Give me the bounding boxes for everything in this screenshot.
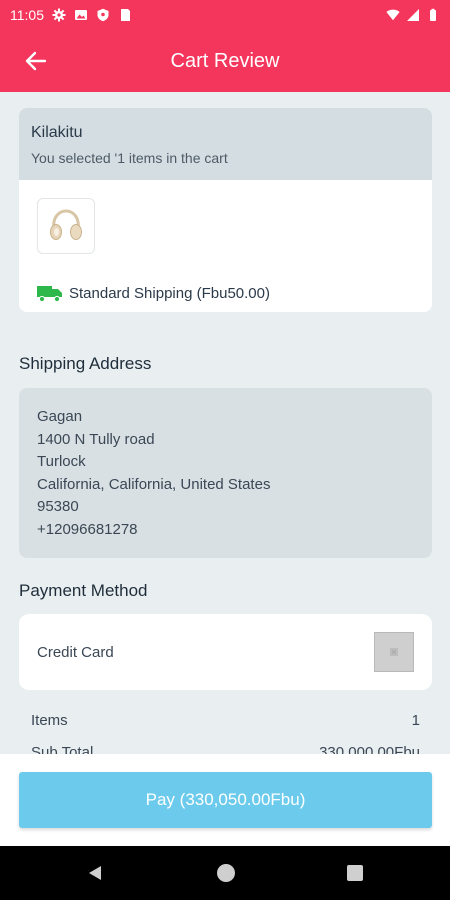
credit-card-image	[374, 632, 414, 672]
address-zip: 95380	[37, 498, 79, 515]
checkout-footer: Pay (330,050.00Fbu)	[0, 754, 450, 846]
status-bar: 11:05	[0, 0, 450, 30]
nav-back-icon[interactable]	[86, 864, 104, 882]
arrow-left-icon	[25, 51, 47, 71]
shipping-address-heading: Shipping Address	[19, 354, 152, 373]
address-city: Turlock	[37, 453, 86, 470]
address-phone: +12096681278	[37, 520, 138, 538]
address-street: 1400 N Tully road	[37, 430, 155, 448]
payment-method-heading: Payment Method	[19, 581, 148, 600]
store-header: Kilakitu You selected '1 items in the ca…	[19, 108, 432, 180]
pay-button[interactable]: Pay (330,050.00Fbu)	[19, 772, 432, 828]
truck-icon	[37, 286, 62, 302]
items-value: 1	[411, 712, 420, 729]
items-label: Items	[31, 712, 68, 729]
shipping-label: Standard Shipping (Fbu50.00)	[69, 284, 270, 302]
store-card: Kilakitu You selected '1 items in the ca…	[19, 108, 432, 312]
cart-review-content[interactable]: Kilakitu You selected '1 items in the ca…	[0, 92, 450, 754]
signal-icon	[407, 9, 419, 21]
page-title: Cart Review	[170, 49, 280, 72]
broken-image-icon	[390, 648, 398, 656]
address-name: Gagan	[37, 408, 83, 425]
payment-method-label: Credit Card	[37, 643, 114, 661]
system-nav-bar	[0, 846, 450, 900]
summary-subtotal-row: Sub Total 330,000.00Fbu	[31, 744, 420, 754]
shield-icon	[97, 8, 109, 22]
shipping-option: Standard Shipping (Fbu50.00)	[37, 284, 270, 302]
gallery-icon	[75, 10, 87, 20]
back-button[interactable]	[22, 48, 50, 74]
wifi-icon	[386, 9, 400, 21]
settings-icon	[52, 8, 66, 22]
status-time: 11:05	[10, 7, 44, 23]
sd-card-icon	[121, 9, 130, 21]
battery-icon	[430, 8, 436, 21]
shipping-address-card[interactable]: Gagan 1400 N Tully road Turlock Californ…	[19, 388, 432, 558]
subtotal-label: Sub Total	[31, 744, 94, 754]
summary-items-row: Items 1	[31, 712, 420, 729]
product-thumbnail[interactable]	[37, 198, 95, 254]
store-name: Kilakitu	[31, 124, 83, 141]
nav-recents-icon[interactable]	[347, 865, 363, 881]
subtotal-value: 330,000.00Fbu	[319, 744, 420, 754]
headphones-icon	[50, 209, 82, 240]
app-bar: Cart Review	[0, 30, 450, 92]
nav-home-icon[interactable]	[217, 864, 235, 882]
cart-item-count-text: You selected '1 items in the cart	[31, 150, 228, 166]
address-region: California, California, United States	[37, 475, 271, 493]
payment-method-card[interactable]: Credit Card	[19, 614, 432, 690]
